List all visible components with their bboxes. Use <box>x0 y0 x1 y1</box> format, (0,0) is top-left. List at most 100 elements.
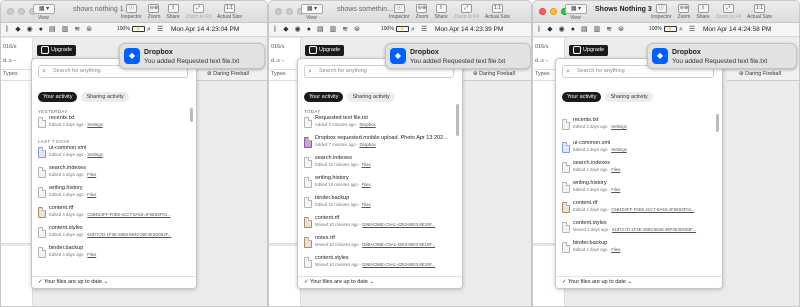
upgrade-button[interactable]: Upgrade <box>305 45 345 56</box>
control-center-icon[interactable]: ☰ <box>689 26 695 34</box>
list-item[interactable]: recents.txt Edited 3 days ago · Settings <box>38 115 186 135</box>
folder-link[interactable]: 6187A7D-1F3E-4883-8640-36F4E3D053F... <box>612 227 696 232</box>
close-button[interactable] <box>275 8 282 15</box>
inspector-tool[interactable]: ⓘ Inspector <box>651 4 672 20</box>
view-button[interactable]: ▦ ▾ <box>33 4 55 14</box>
tab-sharing-activity[interactable]: Sharing activity <box>81 92 129 102</box>
view-button[interactable]: ▦ ▾ <box>565 4 587 14</box>
list-item[interactable]: writing.history Edited 4 days ago · Files <box>562 180 712 200</box>
list-item[interactable]: content.rtf Edited 4 days ago · C584D4FF-… <box>562 200 712 220</box>
sync-status-footer[interactable]: ✓ Your files are up to date ⌄ <box>32 276 196 288</box>
list-item[interactable]: ui-common.xml Edited 3 days ago · Setting… <box>562 140 712 160</box>
scrollbar-thumb[interactable] <box>190 108 193 122</box>
actual-size-tool[interactable]: 1:1 Actual Size <box>485 4 510 20</box>
daring-fireball-tab[interactable]: ⊛ Daring Fireball <box>473 71 515 77</box>
folder-link[interactable]: Files <box>362 202 371 207</box>
wifi-icon[interactable]: ≋ <box>606 26 612 34</box>
share-tool[interactable]: ⇧ Share <box>166 4 180 20</box>
status-icon[interactable]: ● <box>39 26 43 34</box>
folder-link[interactable]: C584D4FF-F0E5-41C7-8A53-4F6E63F04... <box>611 207 694 212</box>
list-item[interactable]: content.styles Moved 10 minutes ago · D88… <box>304 255 452 275</box>
zoom-tool[interactable]: ⊖⊕ Zoom <box>148 4 160 20</box>
upgrade-button[interactable]: Upgrade <box>569 45 609 56</box>
folder-link[interactable]: D88AC96E-C5A1-4253-9003-9E10F... <box>362 222 435 227</box>
bluetooth-icon[interactable]: ᛒ <box>273 26 277 34</box>
close-button[interactable] <box>7 8 14 15</box>
list-item[interactable]: binder.backup Edited 4 days ago · Files <box>38 245 186 265</box>
folder-link[interactable]: Settings <box>611 147 627 152</box>
zoom-tool[interactable]: ⊖⊕ Zoom <box>416 4 428 20</box>
folder-link[interactable]: D88AC96E-C5A1-4253-9003-9E10F... <box>362 242 435 247</box>
list-item[interactable]: binder.backup Edited 10 minutes ago · Fil… <box>304 195 452 215</box>
close-button[interactable] <box>539 8 546 15</box>
zoom-fit-tool[interactable]: ⤢ Zoom to Fit <box>186 4 211 20</box>
folder-link[interactable]: D88AC96E-C5A1-4253-9003-9E10F... <box>362 262 435 267</box>
list-item[interactable]: writing.history Edited 10 minutes ago · F… <box>304 175 452 195</box>
list-item[interactable]: Dropbox requested mobile upload. Photo A… <box>304 135 452 155</box>
actual-size-tool[interactable]: 1:1 Actual Size <box>747 4 772 20</box>
list-item[interactable]: search.indexes Edited 10 minutes ago · Fi… <box>304 155 452 175</box>
zoom-tool[interactable]: ⊖⊕ Zoom <box>678 4 690 20</box>
dropbox-notification[interactable]: ◆ Dropbox You added Requested text file.… <box>647 43 797 69</box>
search-menu-icon[interactable]: ⌕ <box>411 26 415 34</box>
tab-your-activity[interactable]: Your activity <box>38 92 78 102</box>
control-center-icon[interactable]: ☰ <box>157 26 163 34</box>
bluetooth-icon[interactable]: ᛒ <box>537 26 541 34</box>
minimize-button[interactable] <box>18 8 25 15</box>
dropbox-menu-icon[interactable]: ◆ <box>547 26 552 34</box>
folder-link[interactable]: Files <box>362 182 371 187</box>
folder-link[interactable]: Files <box>611 167 620 172</box>
actual-size-tool[interactable]: 1:1 Actual Size <box>217 4 242 20</box>
dropbox-menu-icon[interactable]: ◆ <box>15 26 20 34</box>
record-icon[interactable]: ◉ <box>559 26 565 34</box>
folder-link[interactable]: Dropbox <box>359 142 375 147</box>
inspector-tool[interactable]: ⓘ Inspector <box>121 4 142 20</box>
minimize-button[interactable] <box>550 8 557 15</box>
trash-icon[interactable]: ▥ <box>62 26 69 34</box>
folder-link[interactable]: 6187A7D-1F3E-4883-8640-36F4E3D053F... <box>87 232 171 237</box>
tab-sharing-activity[interactable]: Sharing activity <box>605 92 653 102</box>
lock-icon[interactable]: ⊜ <box>354 26 360 34</box>
status-icon[interactable]: ● <box>571 26 575 34</box>
tab-your-activity[interactable]: Your activity <box>562 92 602 102</box>
wifi-icon[interactable]: ≋ <box>74 26 80 34</box>
search-menu-icon[interactable]: ⌕ <box>679 26 683 34</box>
list-item[interactable]: content.styles Edited 4 days ago · 6187A7… <box>38 225 186 245</box>
clipboard-icon[interactable]: ▤ <box>317 26 324 34</box>
sync-status-footer[interactable]: ✓ Your files are up to date ⌄ <box>556 276 722 288</box>
share-tool[interactable]: ⇧ Share <box>434 4 448 20</box>
folder-link[interactable]: Dropbox <box>359 122 375 127</box>
folder-link[interactable]: Files <box>87 252 96 257</box>
list-item[interactable]: writing.history Edited 4 days ago · Files <box>38 185 186 205</box>
sync-status-footer[interactable]: ✓ Your files are up to date ⌄ <box>298 276 462 288</box>
list-item[interactable]: search.indexes Edited 4 days ago · Files <box>38 165 186 185</box>
menu-clock[interactable]: Mon Apr 14 4:24:58 PM <box>703 26 771 33</box>
folder-link[interactable]: Files <box>362 162 371 167</box>
view-button[interactable]: ▦ ▾ <box>301 4 323 14</box>
folder-link[interactable]: Files <box>611 247 620 252</box>
battery-indicator[interactable]: 100% ⚡ <box>381 26 409 32</box>
folder-link[interactable]: Settings <box>87 122 103 127</box>
menu-clock[interactable]: Mon Apr 14 4:23:04 PM <box>171 26 239 33</box>
folder-link[interactable]: Files <box>87 192 96 197</box>
list-item[interactable]: recents.txt Edited 3 days ago · Settings <box>562 117 712 137</box>
list-item[interactable]: ui-common.xml Edited 3 days ago · Setting… <box>38 145 186 165</box>
trash-icon[interactable]: ▥ <box>330 26 337 34</box>
clipboard-icon[interactable]: ▤ <box>581 26 588 34</box>
record-icon[interactable]: ◉ <box>295 26 301 34</box>
list-item[interactable]: search.indexes Edited 4 days ago · Files <box>562 160 712 180</box>
list-item[interactable]: content.styles Moved 3 days ago · 6187A7D… <box>562 220 712 240</box>
clipboard-icon[interactable]: ▤ <box>49 26 56 34</box>
search-menu-icon[interactable]: ⌕ <box>147 26 151 34</box>
folder-link[interactable]: Settings <box>611 124 627 129</box>
dropbox-notification[interactable]: ◆ Dropbox You added Requested text file.… <box>119 43 265 69</box>
scrollbar-thumb[interactable] <box>456 104 459 136</box>
folder-link[interactable]: Files <box>87 172 96 177</box>
folder-link[interactable]: Settings <box>87 152 103 157</box>
zoom-fit-tool[interactable]: ⤢ Zoom to Fit <box>454 4 479 20</box>
bluetooth-icon[interactable]: ᛒ <box>5 26 9 34</box>
dropbox-notification[interactable]: ◆ Dropbox You added Requested text file.… <box>385 43 531 69</box>
list-item[interactable]: content.rtf Moved 10 minutes ago · D88AC9… <box>304 215 452 235</box>
lock-icon[interactable]: ⊜ <box>86 26 92 34</box>
scrollbar-thumb[interactable] <box>716 114 719 132</box>
